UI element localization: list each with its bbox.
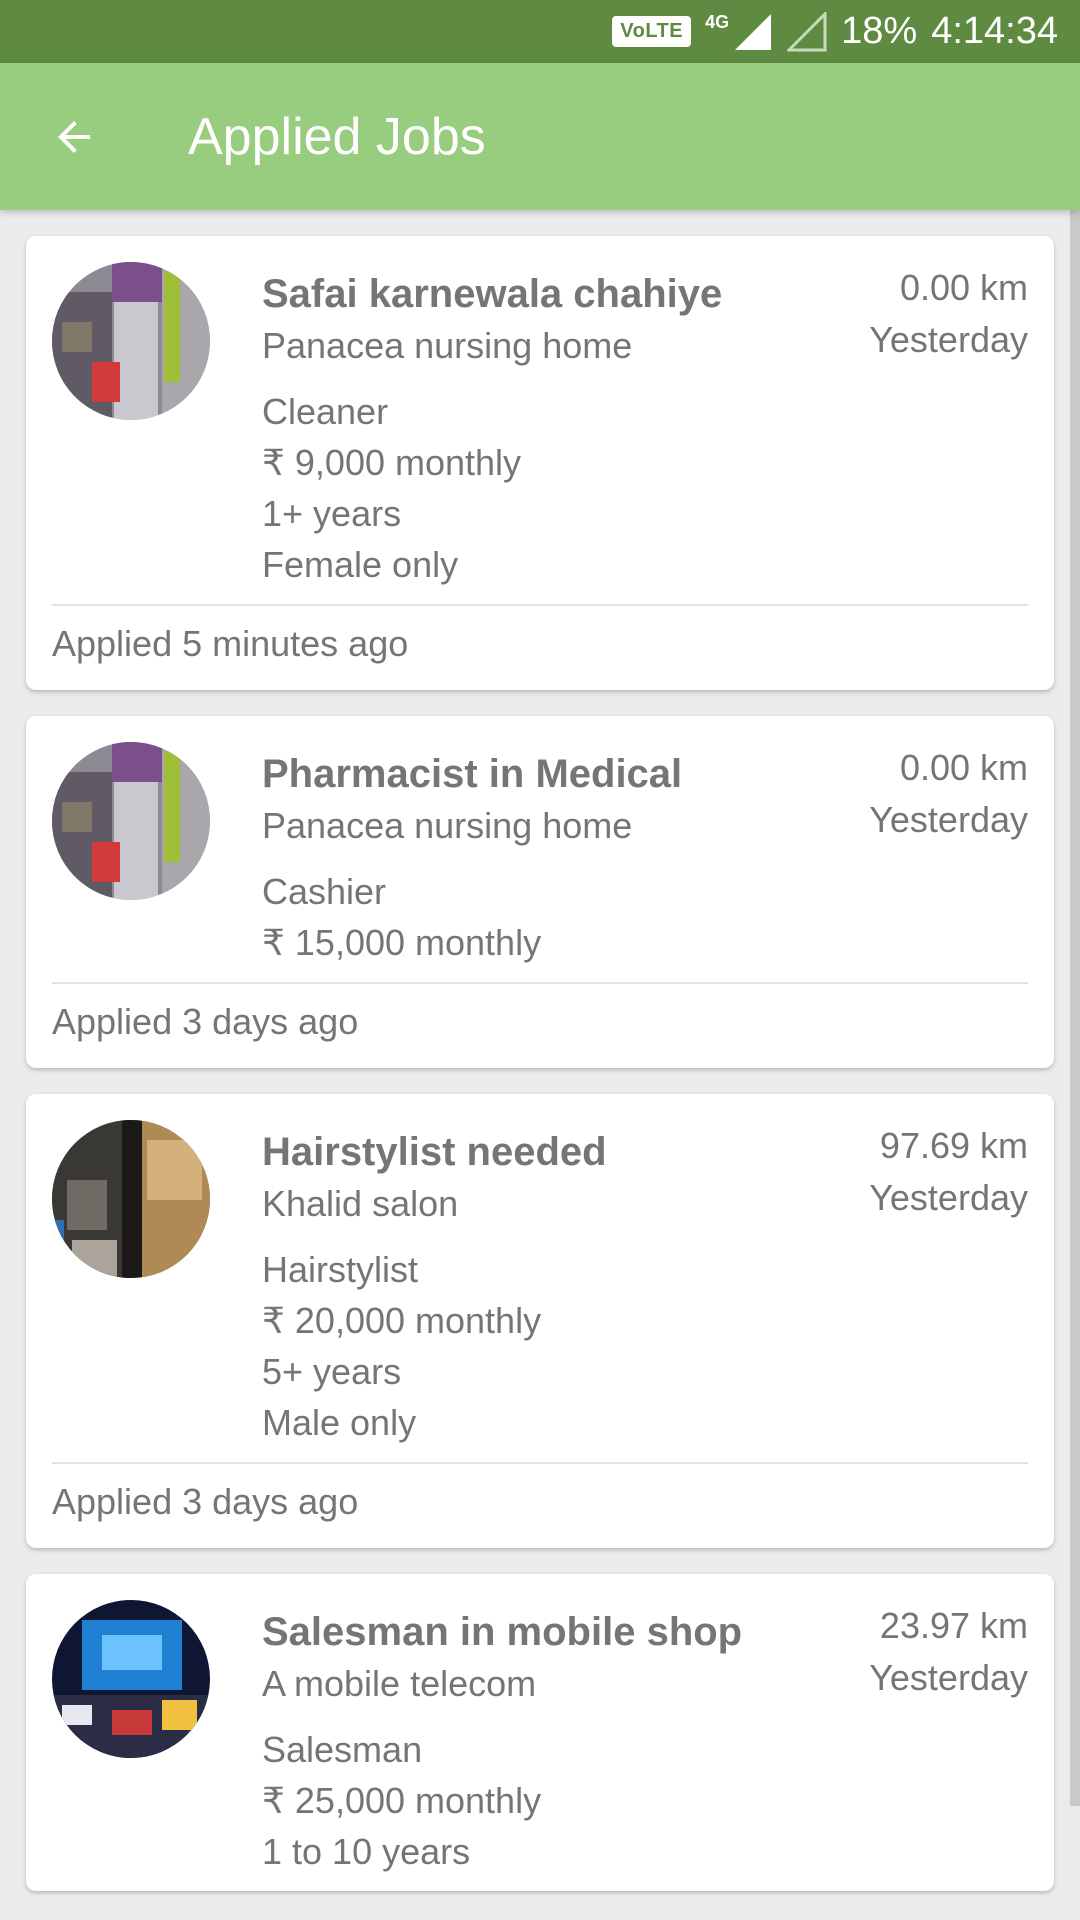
network-type: 4G	[705, 12, 730, 32]
applied-time: Applied 3 days ago	[52, 1001, 359, 1042]
signal-strength-icon	[735, 13, 772, 50]
job-posted-date: Yesterday	[869, 799, 1028, 840]
job-posted-date: Yesterday	[869, 1177, 1028, 1218]
clock: 4:14:34	[931, 10, 1058, 52]
job-thumbnail	[52, 1120, 210, 1278]
scrollbar[interactable]	[1070, 210, 1080, 1806]
battery-percent: 18%	[841, 10, 918, 52]
status-bar: VoLTE 4G 18% 4:14:34	[0, 0, 1080, 63]
job-thumbnail	[52, 262, 210, 420]
job-role: Hairstylist	[262, 1249, 419, 1290]
applied-time: Applied 3 days ago	[52, 1481, 359, 1522]
page-title: Applied Jobs	[188, 107, 486, 166]
job-salary: ₹ 15,000 monthly	[262, 922, 542, 963]
app-bar: Applied Jobs	[0, 63, 1080, 210]
job-salary: ₹ 25,000 monthly	[262, 1780, 542, 1821]
job-thumbnail	[52, 1600, 210, 1758]
job-card[interactable]: 97.69 km Yesterday Hairstylist needed Kh…	[26, 1094, 1054, 1548]
job-card[interactable]: 0.00 km Yesterday Safai karnewala chahiy…	[26, 236, 1054, 690]
job-gender: Female only	[262, 544, 459, 585]
job-role: Cleaner	[262, 391, 389, 432]
job-salary: ₹ 9,000 monthly	[262, 442, 522, 483]
job-gender: Male only	[262, 1402, 417, 1443]
job-role: Cashier	[262, 871, 387, 912]
job-salary: ₹ 20,000 monthly	[262, 1300, 542, 1341]
job-experience: 5+ years	[262, 1351, 402, 1392]
job-card[interactable]: 0.00 km Yesterday Pharmacist in Medical …	[26, 716, 1054, 1068]
job-distance: 0.00 km	[899, 747, 1028, 788]
job-distance: 97.69 km	[879, 1125, 1028, 1166]
job-distance: 23.97 km	[879, 1605, 1028, 1646]
back-button[interactable]	[24, 87, 124, 187]
job-card[interactable]: 23.97 km Yesterday Salesman in mobile sh…	[26, 1574, 1054, 1891]
job-experience: 1 to 10 years	[262, 1831, 471, 1872]
job-distance: 0.00 km	[899, 267, 1028, 308]
volte-badge: VoLTE	[612, 16, 692, 47]
job-role: Salesman	[262, 1729, 423, 1770]
job-posted-date: Yesterday	[869, 319, 1028, 360]
job-posted-date: Yesterday	[869, 1657, 1028, 1698]
applied-jobs-list[interactable]: 0.00 km Yesterday Safai karnewala chahiy…	[0, 210, 1080, 1920]
applied-time: Applied 5 minutes ago	[52, 623, 409, 664]
arrow-back-icon	[58, 120, 90, 153]
job-experience: 1+ years	[262, 493, 402, 534]
job-thumbnail	[52, 742, 210, 900]
sim2-signal-icon	[787, 11, 827, 51]
